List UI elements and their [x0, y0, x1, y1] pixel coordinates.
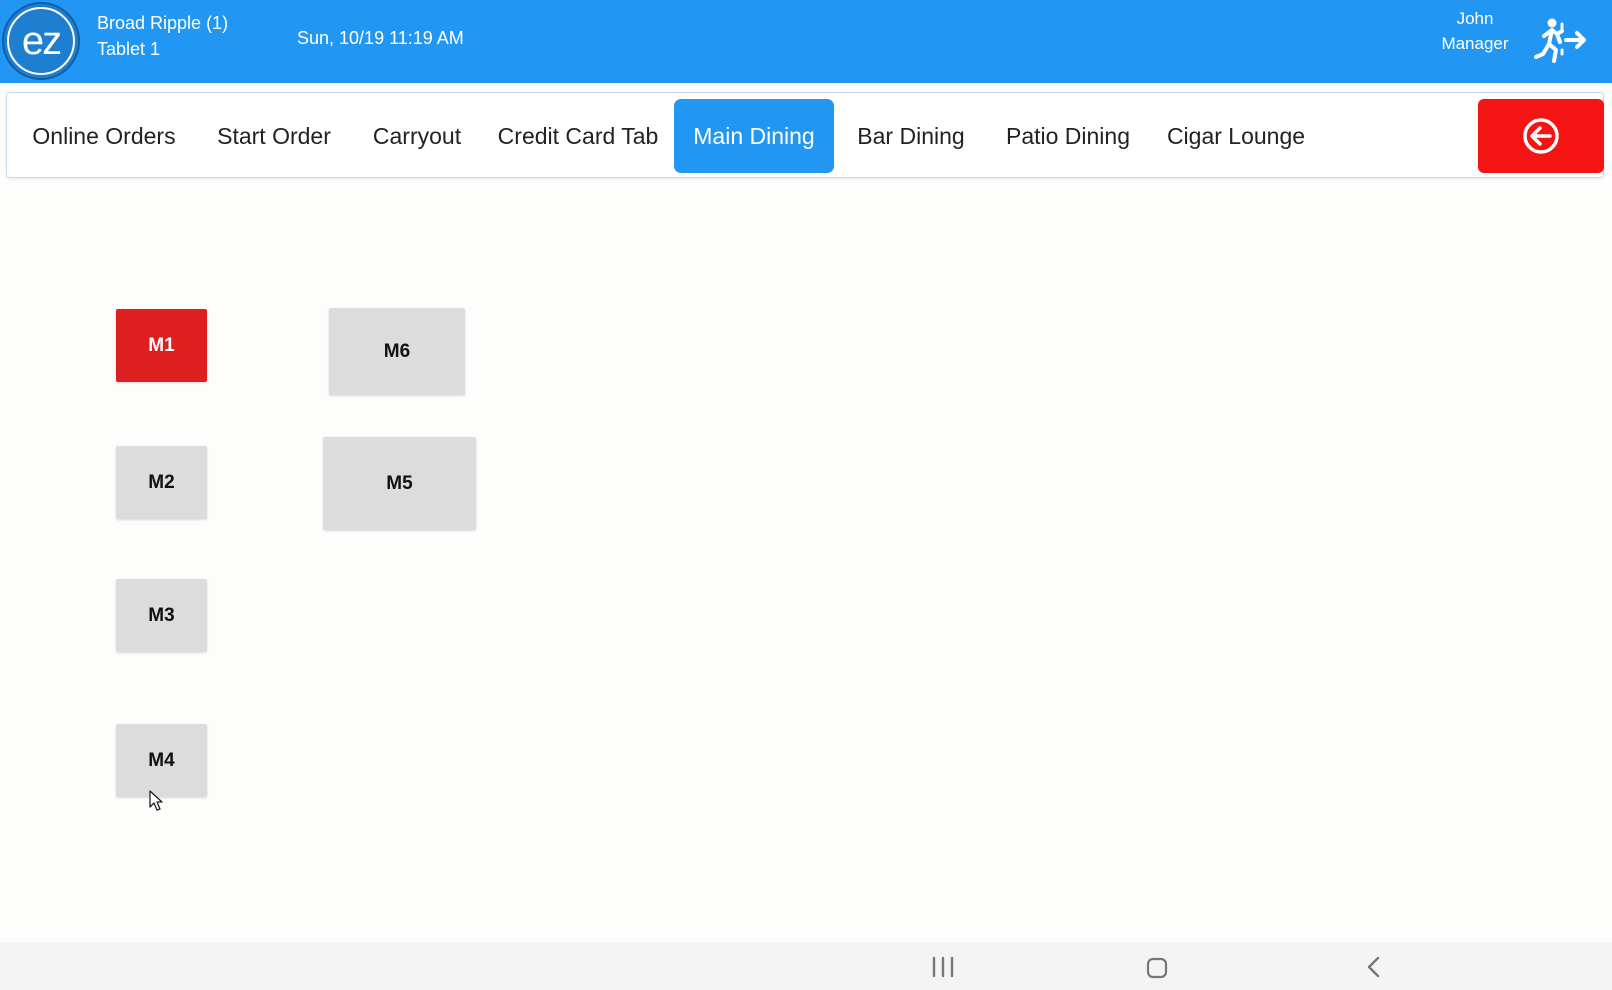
- header-bar: ez Broad Ripple (1) Tablet 1 Sun, 10/19 …: [0, 0, 1612, 83]
- back-button[interactable]: [1478, 99, 1604, 173]
- user-name: John: [1456, 9, 1494, 28]
- tab-start-order[interactable]: Start Order: [207, 99, 341, 173]
- table-m5[interactable]: M5: [323, 437, 476, 530]
- table-m4[interactable]: M4: [116, 724, 207, 797]
- tab-carryout[interactable]: Carryout: [363, 99, 471, 173]
- table-m1[interactable]: M1: [116, 309, 207, 382]
- location-name: Broad Ripple (1): [97, 13, 229, 33]
- section-tab-bar: Online Orders Start Order Carryout Credi…: [6, 92, 1604, 178]
- system-nav-bar: [0, 942, 1612, 990]
- user-role: Manager: [1441, 34, 1509, 53]
- table-m6[interactable]: M6: [329, 308, 465, 395]
- table-m3[interactable]: M3: [116, 579, 207, 652]
- tab-main-dining[interactable]: Main Dining: [674, 99, 834, 173]
- tab-bar-dining[interactable]: Bar Dining: [849, 99, 973, 173]
- current-datetime: Sun, 10/19 11:19 AM: [297, 28, 464, 48]
- location-info: Broad Ripple (1) Tablet 1: [97, 10, 228, 62]
- user-info[interactable]: John Manager: [1420, 6, 1530, 56]
- exit-running-person-icon[interactable]: [1532, 16, 1588, 64]
- circle-arrow-left-icon: [1523, 118, 1559, 154]
- mouse-cursor-icon: [149, 790, 163, 811]
- back-icon[interactable]: [1364, 955, 1384, 979]
- device-name: Tablet 1: [97, 39, 161, 59]
- tab-patio-dining[interactable]: Patio Dining: [995, 99, 1141, 173]
- logo-text: ez: [7, 7, 75, 75]
- tab-credit-card-tab[interactable]: Credit Card Tab: [491, 99, 665, 173]
- table-m2[interactable]: M2: [116, 446, 207, 519]
- recent-apps-icon[interactable]: [930, 956, 956, 978]
- tab-online-orders[interactable]: Online Orders: [27, 99, 181, 173]
- tab-cigar-lounge[interactable]: Cigar Lounge: [1159, 99, 1313, 173]
- ez-logo: ez: [2, 2, 80, 80]
- home-icon[interactable]: [1145, 956, 1169, 980]
